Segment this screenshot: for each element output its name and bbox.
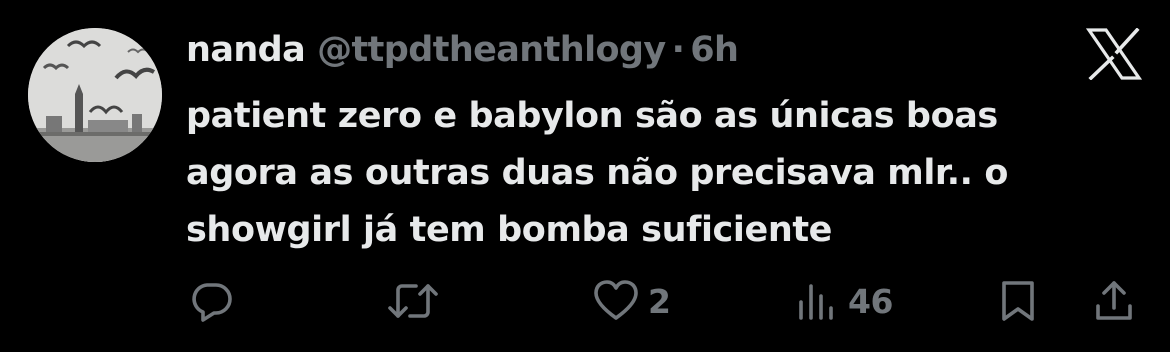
- avatar[interactable]: [28, 28, 162, 162]
- reply-icon: [192, 283, 232, 322]
- avatar-image: [28, 28, 162, 162]
- tweet-text-line: patient zero e babylon são as únicas boa…: [186, 96, 998, 136]
- views-button[interactable]: 46: [796, 278, 893, 324]
- tweet-time[interactable]: 6h: [690, 30, 739, 70]
- like-count: 2: [648, 281, 671, 321]
- bookmark-button[interactable]: [998, 278, 1038, 324]
- separator-dot: ·: [671, 30, 685, 70]
- repost-button[interactable]: [386, 278, 440, 324]
- bookmark-icon: [1002, 281, 1034, 321]
- share-icon: [1096, 281, 1132, 320]
- share-button[interactable]: [1094, 278, 1134, 324]
- tweet-text-line: agora as outras duas não precisava mlr..…: [186, 153, 1009, 193]
- repost-icon: [388, 284, 438, 318]
- author-handle[interactable]: @ttpdtheanthlogy: [317, 30, 666, 70]
- like-button[interactable]: 2: [592, 278, 671, 324]
- views-count: 46: [848, 281, 893, 321]
- tweet-text: patient zero e babylon são as únicas boa…: [186, 88, 1146, 259]
- author-name[interactable]: nanda: [186, 30, 306, 70]
- tweet-text-line: showgirl já tem bomba suficiente: [186, 210, 833, 250]
- heart-icon: [594, 280, 638, 320]
- views-icon: [799, 284, 833, 320]
- x-logo-icon[interactable]: [1086, 28, 1142, 80]
- reply-button[interactable]: [188, 278, 234, 324]
- tweet-header: nanda @ttpdtheanthlogy · 6h: [186, 30, 739, 76]
